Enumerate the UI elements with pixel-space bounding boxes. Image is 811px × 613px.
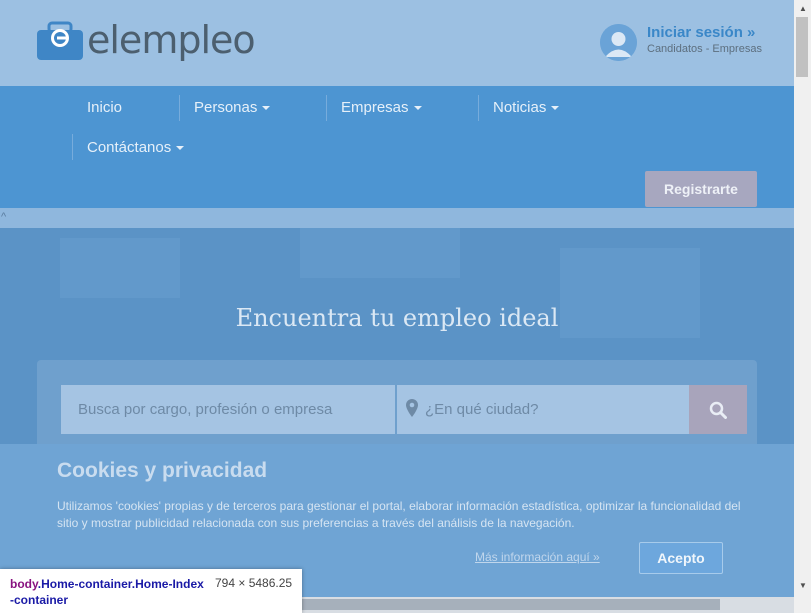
user-avatar-icon (600, 24, 637, 61)
tooltip-selector: body.Home-container.Home-Index-container (10, 576, 206, 608)
map-pin-icon (406, 399, 418, 417)
tooltip-element: body (10, 577, 38, 591)
nav-divider (72, 134, 73, 160)
caret-down-icon (176, 146, 185, 151)
search-panel: Busca por cargo, profesión o empresa ¿En… (37, 360, 757, 444)
logo-text: elempleo (87, 18, 256, 62)
city-input[interactable]: ¿En qué ciudad? (397, 385, 689, 434)
scrollbar-thumb[interactable] (300, 599, 720, 610)
collapse-strip[interactable]: ^ (0, 208, 794, 228)
caret-up-icon: ^ (1, 211, 7, 223)
nav-item-contactanos[interactable]: Contáctanos (87, 139, 185, 156)
nav-divider (478, 95, 479, 121)
tooltip-classes: .Home-container.Home-Index-container (10, 577, 204, 607)
vertical-scrollbar[interactable]: ▲ ▼ (794, 0, 811, 613)
main-nav: Inicio Personas Empresas Noticias Contác… (0, 86, 794, 208)
briefcase-logo-icon (37, 20, 83, 60)
nav-divider (326, 95, 327, 121)
hero-title: Encuentra tu empleo ideal (235, 304, 559, 332)
search-icon (709, 401, 727, 419)
caret-down-icon (413, 106, 422, 111)
login-title: Iniciar sesión » (647, 24, 756, 41)
caret-down-icon (262, 106, 271, 111)
hero-background-shape (60, 238, 180, 298)
nav-item-noticias[interactable]: Noticias (493, 99, 560, 116)
hero-background-shape (300, 228, 460, 278)
register-button[interactable]: Registrarte (645, 171, 757, 207)
nav-item-label: Personas (194, 99, 258, 116)
accept-button[interactable]: Acepto (639, 542, 723, 574)
nav-item-label: Contáctanos (87, 139, 172, 156)
devtools-element-tooltip: body.Home-container.Home-Index-container… (0, 569, 302, 613)
search-input[interactable]: Busca por cargo, profesión o empresa (61, 385, 395, 434)
nav-item-empresas[interactable]: Empresas (341, 99, 422, 116)
search-button[interactable] (689, 385, 747, 434)
nav-item-label: Noticias (493, 99, 547, 116)
more-info-link[interactable]: Más información aquí » (475, 550, 600, 564)
nav-item-label: Empresas (341, 99, 409, 116)
city-input-placeholder: ¿En qué ciudad? (425, 401, 539, 418)
cookie-title: Cookies y privacidad (57, 459, 268, 482)
nav-item-personas[interactable]: Personas (194, 99, 271, 116)
scroll-up-arrow-icon[interactable]: ▲ (799, 4, 807, 13)
hero-banner: Encuentra tu empleo ideal Busca por carg… (0, 228, 794, 444)
tooltip-size: 794 × 5486.25 (215, 576, 293, 590)
nav-item-label: Inicio (87, 99, 123, 116)
logo[interactable]: elempleo (37, 18, 256, 62)
nav-item-inicio[interactable]: Inicio (87, 99, 122, 116)
scroll-down-arrow-icon[interactable]: ▼ (799, 581, 807, 590)
login-link[interactable]: Iniciar sesión » Candidatos - Empresas (600, 24, 762, 61)
nav-divider (179, 95, 180, 121)
caret-down-icon (551, 106, 560, 111)
login-subtitle: Candidatos - Empresas (647, 43, 762, 55)
scrollbar-thumb[interactable] (796, 17, 808, 77)
page: elempleo Iniciar sesión » Candidatos - E… (0, 0, 794, 613)
site-header: elempleo Iniciar sesión » Candidatos - E… (0, 0, 794, 86)
cookie-text: Utilizamos 'cookies' propias y de tercer… (57, 499, 741, 530)
